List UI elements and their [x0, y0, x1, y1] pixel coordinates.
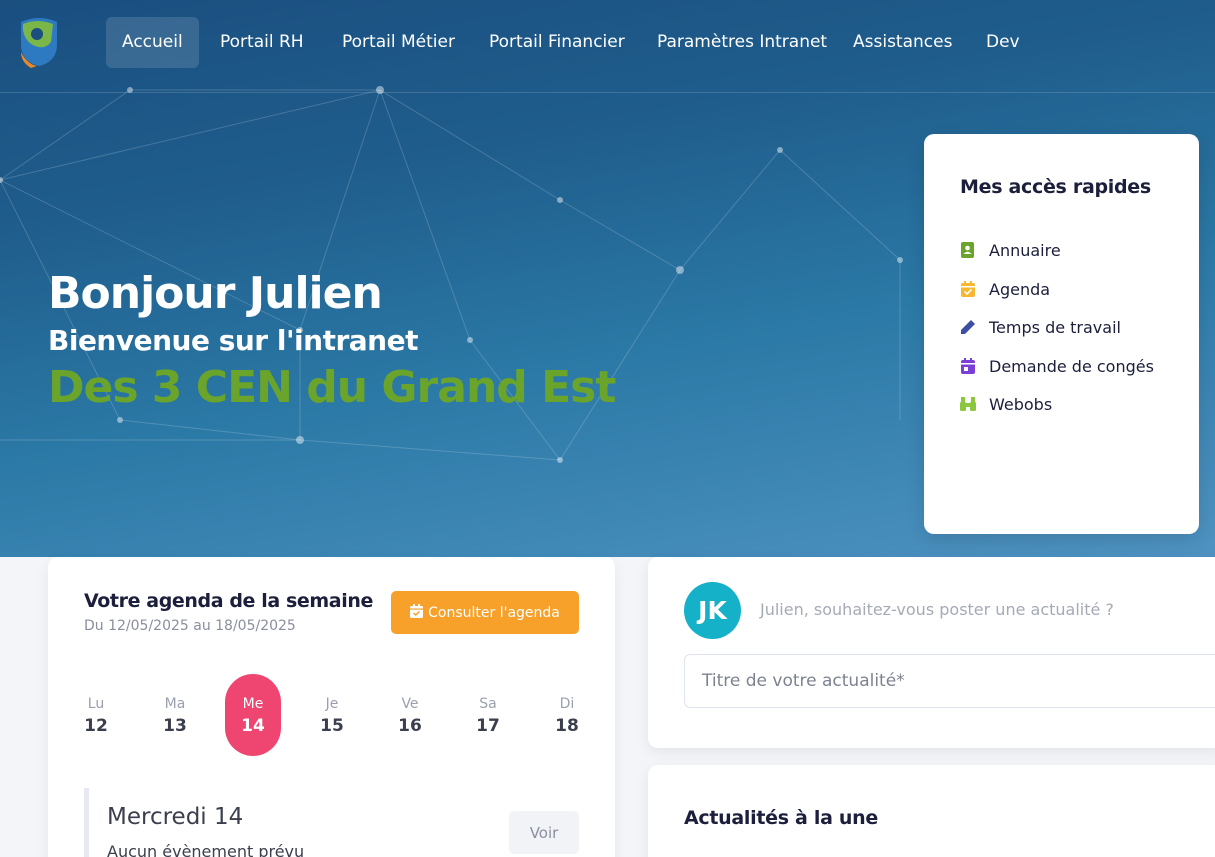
day-ma[interactable]: Ma 13 — [147, 674, 203, 756]
agenda-card: Votre agenda de la semaine Du 12/05/2025… — [48, 557, 615, 857]
nav-item-assistances[interactable]: Assistances — [837, 17, 968, 68]
day-ve[interactable]: Ve 16 — [382, 674, 438, 756]
quick-link-label: Agenda — [989, 279, 1051, 299]
day-sa[interactable]: Sa 17 — [460, 674, 516, 756]
nav-item-portail-metier[interactable]: Portail Métier — [326, 17, 471, 68]
contact-book-icon — [960, 242, 976, 258]
featured-news-card: Actualités à la une — [648, 765, 1215, 857]
top-nav: Accueil Portail RH Portail Métier Portai… — [0, 0, 1215, 93]
pencil-icon — [960, 319, 976, 335]
quick-link-label: Temps de travail — [989, 317, 1121, 337]
binoculars-icon — [960, 396, 976, 412]
quick-link-label: Demande de congés — [989, 356, 1154, 376]
nav-item-accueil[interactable]: Accueil — [106, 17, 199, 68]
calendar-check-icon — [960, 281, 976, 297]
nav-item-parametres-intranet[interactable]: Paramètres Intranet — [641, 17, 843, 68]
quick-link-annuaire[interactable]: Annuaire — [960, 238, 1061, 262]
quick-link-webobs[interactable]: Webobs — [960, 392, 1052, 416]
post-prompt[interactable]: Julien, souhaitez-vous poster une actual… — [760, 600, 1114, 619]
quick-access-card: Mes accès rapides Annuaire Agenda Temps … — [924, 134, 1199, 534]
news-title-input[interactable]: Titre de votre actualité* — [684, 654, 1215, 708]
day-lu[interactable]: Lu 12 — [68, 674, 124, 756]
quick-access-title: Mes accès rapides — [960, 176, 1151, 198]
selected-day-events: Mercredi 14 Aucun évènement prévu — [84, 788, 579, 857]
logo[interactable] — [17, 16, 61, 68]
calendar-check-icon — [410, 603, 424, 622]
quick-link-label: Webobs — [989, 394, 1053, 414]
selected-day-title: Mercredi 14 — [107, 804, 244, 830]
day-je[interactable]: Je 15 — [304, 674, 360, 756]
no-events-text: Aucun évènement prévu — [107, 842, 305, 857]
consult-agenda-button[interactable]: Consulter l'agenda — [391, 591, 579, 634]
view-day-button[interactable]: Voir — [509, 811, 579, 854]
organization-title: Des 3 CEN du Grand Est — [48, 362, 616, 413]
nav-item-dev[interactable]: Dev — [970, 17, 1036, 68]
welcome-subtitle: Bienvenue sur l'intranet — [48, 324, 418, 357]
avatar: JK — [684, 582, 741, 639]
quick-link-label: Annuaire — [989, 240, 1061, 260]
day-di[interactable]: Di 18 — [539, 674, 595, 756]
quick-link-temps-de-travail[interactable]: Temps de travail — [960, 315, 1121, 339]
post-news-card: JK Julien, souhaitez-vous poster une act… — [648, 557, 1215, 748]
quick-link-demande-de-conges[interactable]: Demande de congés — [960, 354, 1154, 378]
greeting-title: Bonjour Julien — [48, 268, 383, 319]
nav-item-portail-financier[interactable]: Portail Financier — [473, 17, 641, 68]
agenda-date-range: Du 12/05/2025 au 18/05/2025 — [84, 618, 296, 634]
featured-news-title: Actualités à la une — [684, 807, 878, 829]
calendar-day-icon — [960, 358, 976, 374]
quick-link-agenda[interactable]: Agenda — [960, 277, 1050, 301]
day-me-selected[interactable]: Me 14 — [225, 674, 281, 756]
agenda-title: Votre agenda de la semaine — [84, 590, 373, 612]
nav-item-portail-rh[interactable]: Portail RH — [204, 17, 320, 68]
